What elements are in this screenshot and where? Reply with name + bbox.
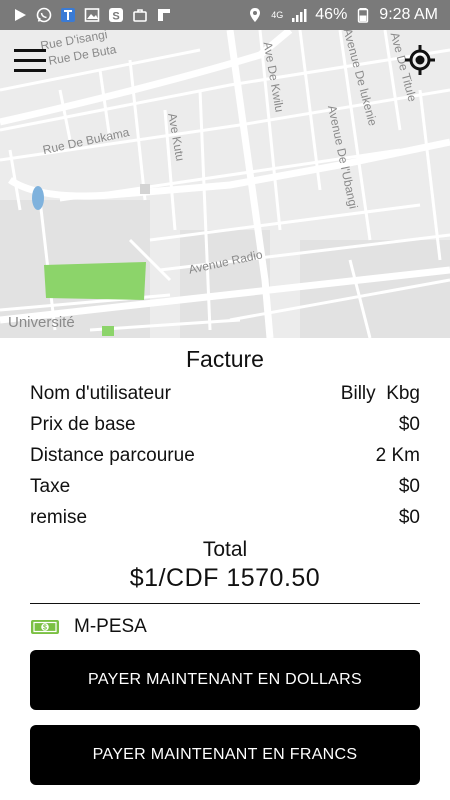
invoice-row-username: Nom d'utilisateur Billy Kbg [30, 383, 420, 405]
total-label: Total [202, 538, 248, 561]
row-label: Prix de base [30, 414, 136, 435]
cash-icon: $ [30, 619, 60, 635]
location-pin-icon [247, 7, 263, 23]
pay-dollars-button[interactable]: PAYER MAINTENANT EN DOLLARS [30, 650, 420, 710]
map-label: Université [8, 314, 75, 331]
invoice-title: Facture [186, 346, 264, 372]
clock: 9:28 AM [379, 6, 438, 23]
invoice-row-tax: Taxe $0 [30, 476, 420, 498]
row-value: Billy Kbg [340, 383, 420, 404]
pay-francs-button[interactable]: PAYER MAINTENANT EN FRANCS [30, 725, 420, 785]
whatsapp-icon [36, 7, 52, 23]
status-bar-notifications: S [12, 7, 172, 23]
map-roads [0, 30, 450, 338]
battery-percent: 46% [315, 6, 348, 23]
t-app-icon [60, 7, 76, 23]
invoice-row-base-price: Prix de base $0 [30, 414, 420, 436]
row-value: $0 [398, 414, 420, 435]
network-type: 4G [271, 10, 284, 20]
payment-method-label: M-PESA [74, 616, 147, 637]
divider [30, 603, 420, 604]
menu-icon[interactable] [14, 47, 46, 75]
invoice-row-discount: remise $0 [30, 507, 420, 529]
play-icon [12, 7, 28, 23]
s-app-icon: S [108, 7, 124, 23]
row-value: $0 [398, 476, 420, 497]
invoice-row-distance: Distance parcourue 2 Km [30, 445, 420, 467]
row-value: 2 Km [375, 445, 420, 466]
row-label: remise [30, 507, 88, 528]
svg-text:S: S [112, 11, 119, 23]
invoice-panel: Facture Nom d'utilisateur Billy Kbg Prix… [0, 338, 450, 800]
status-bar: S 4G 46% 9:28 AM [0, 0, 450, 30]
my-location-icon[interactable] [404, 44, 436, 76]
image-icon [84, 7, 100, 23]
row-label: Nom d'utilisateur [30, 383, 171, 404]
svg-text:$: $ [43, 625, 47, 632]
payment-method[interactable]: $ M-PESA [30, 616, 147, 638]
map-view[interactable]: Rue D'isangi Rue De Buta Rue De Bukama A… [0, 30, 450, 338]
status-bar-system: 4G 46% 9:28 AM [247, 6, 438, 24]
f-app-icon [156, 7, 172, 23]
row-label: Taxe [30, 476, 71, 497]
signal-icon [291, 7, 307, 23]
row-value: $0 [398, 507, 420, 528]
battery-icon [355, 7, 371, 23]
total-value: $1/CDF 1570.50 [129, 564, 321, 592]
briefcase-icon [132, 7, 148, 23]
row-label: Distance parcourue [30, 445, 195, 466]
